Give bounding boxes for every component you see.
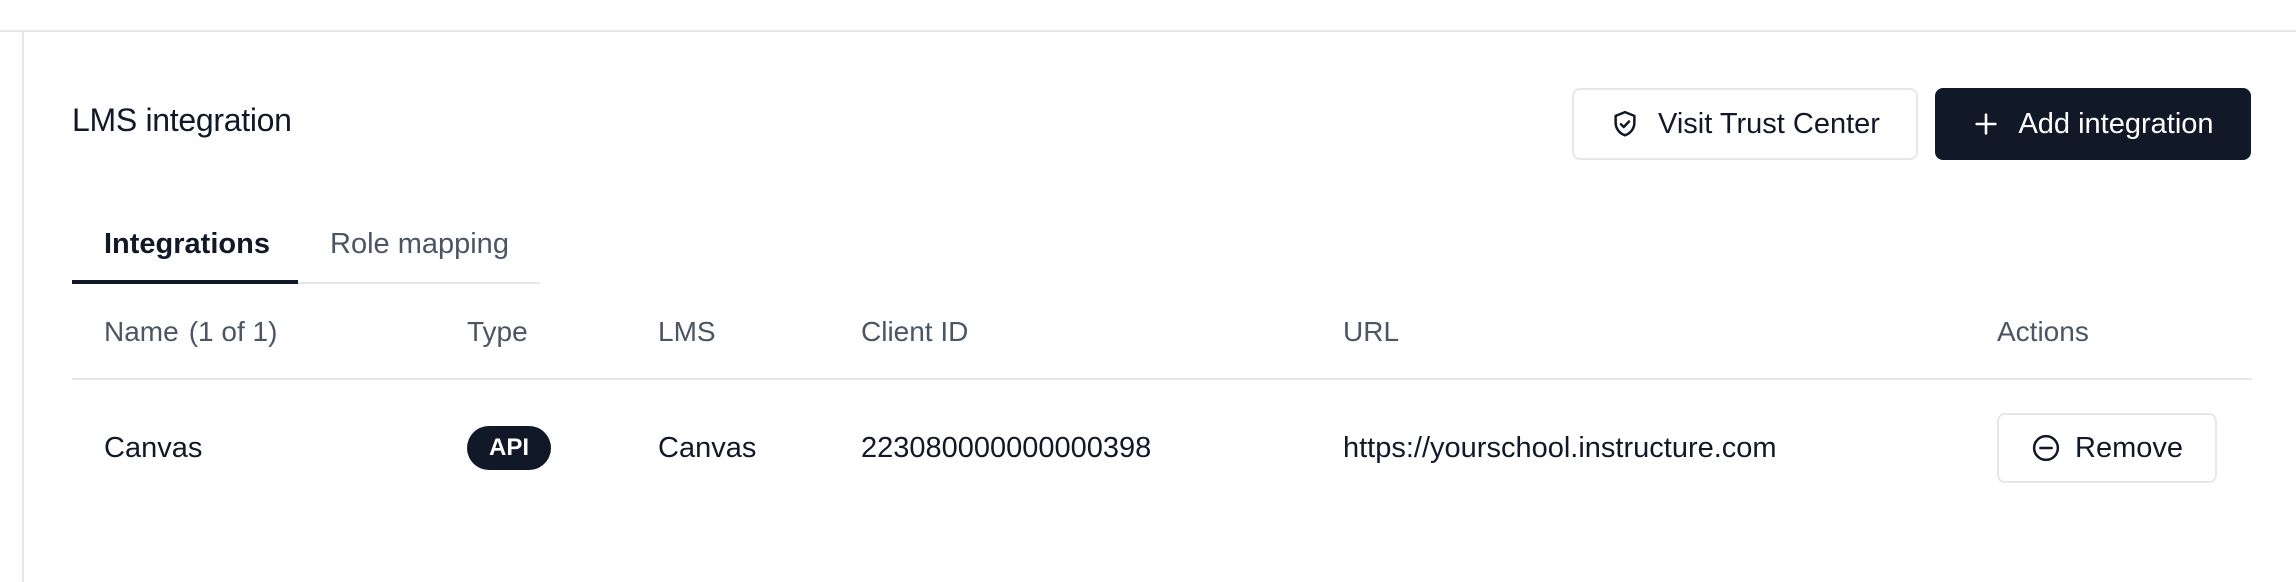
- add-integration-label: Add integration: [2018, 107, 2214, 140]
- left-divider: [22, 32, 24, 582]
- column-header-name-label: Name: [104, 316, 179, 347]
- page-title: LMS integration: [72, 102, 292, 138]
- add-integration-button[interactable]: Add integration: [1935, 88, 2251, 160]
- tab-integrations-label: Integrations: [104, 228, 270, 260]
- plus-icon: [1972, 110, 2000, 138]
- tab-role-mapping-label: Role mapping: [330, 228, 509, 260]
- cell-client-id: 223080000000000398: [861, 432, 1152, 464]
- column-header-lms: LMS: [658, 316, 716, 347]
- cell-url: https://yourschool.instructure.com: [1343, 432, 1777, 464]
- column-header-client-id: Client ID: [861, 316, 969, 347]
- cell-lms: Canvas: [658, 432, 757, 464]
- tab-bar: Integrations Role mapping: [72, 218, 540, 284]
- column-header-actions: Actions: [1997, 316, 2089, 347]
- remove-button[interactable]: Remove: [1997, 413, 2217, 483]
- column-header-name[interactable]: Name (1 of 1): [104, 316, 277, 348]
- visit-trust-center-button[interactable]: Visit Trust Center: [1572, 88, 1918, 160]
- tab-integrations[interactable]: Integrations: [72, 218, 298, 284]
- tab-role-mapping[interactable]: Role mapping: [330, 218, 509, 284]
- shield-check-icon: [1610, 109, 1640, 139]
- top-bar: [0, 0, 2296, 32]
- type-badge: API: [467, 426, 551, 470]
- column-header-url: URL: [1343, 316, 1400, 347]
- column-header-type: Type: [467, 316, 528, 347]
- cell-name: Canvas: [104, 432, 203, 464]
- remove-label: Remove: [2075, 431, 2183, 464]
- minus-circle-icon: [2031, 433, 2061, 463]
- visit-trust-center-label: Visit Trust Center: [1658, 107, 1880, 140]
- row-count: (1 of 1): [188, 316, 278, 347]
- header-divider: [72, 378, 2252, 380]
